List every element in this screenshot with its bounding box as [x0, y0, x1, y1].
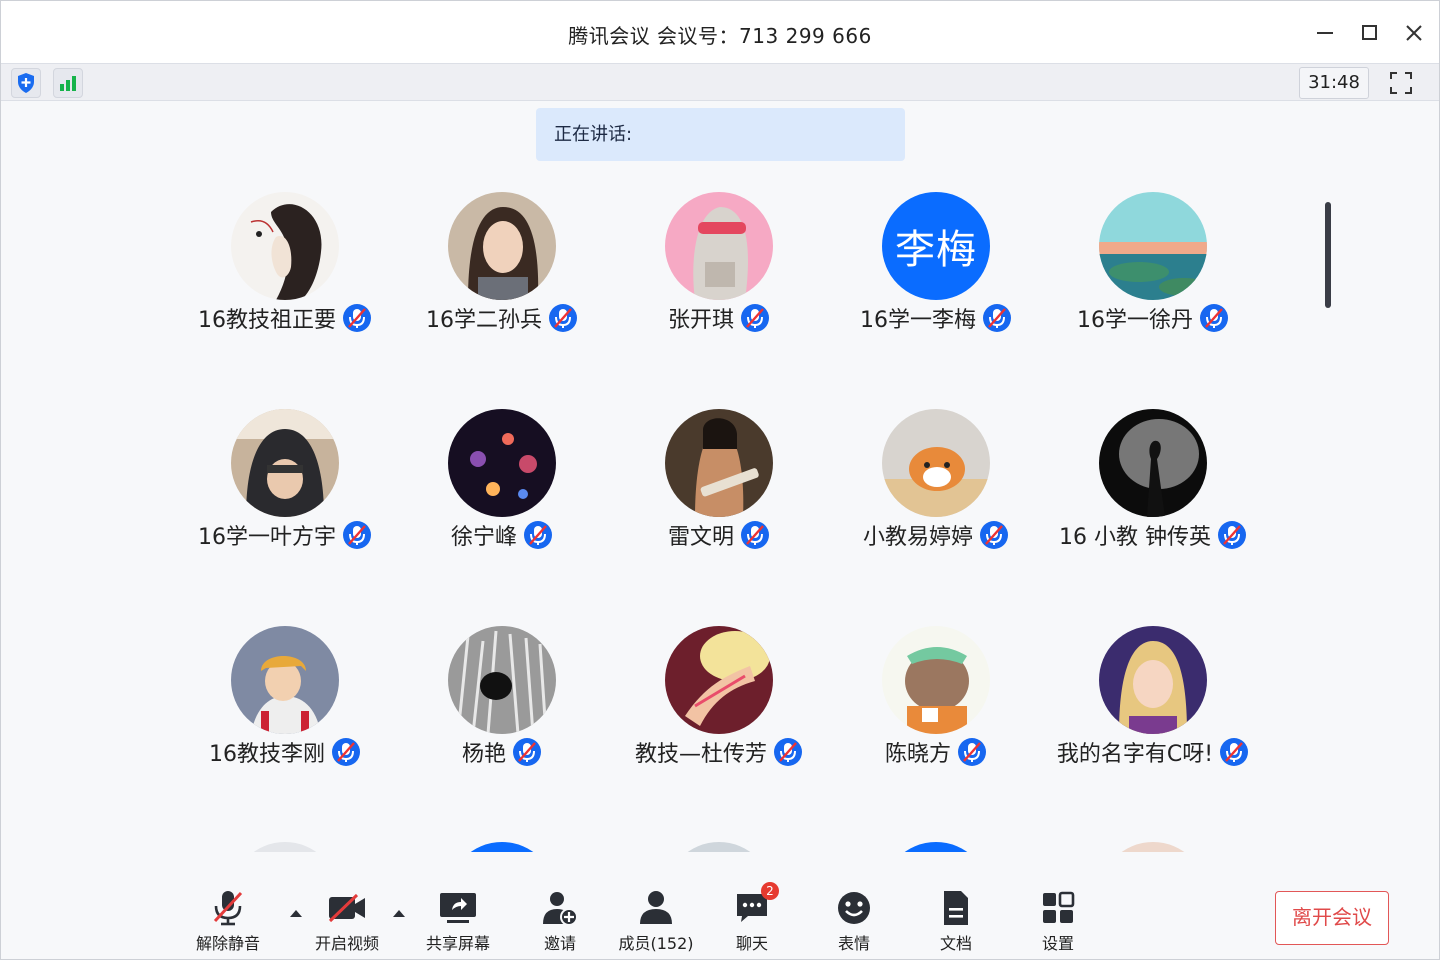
add-user-icon: [540, 888, 580, 928]
mic-muted-icon: [1199, 303, 1229, 333]
video-options-caret[interactable]: [391, 904, 407, 917]
avatar: [448, 192, 556, 300]
participant-tile[interactable]: 16 小教 钟传英: [1045, 409, 1261, 579]
start-video-button[interactable]: 开启视频: [297, 888, 397, 953]
mic-muted-icon: [1217, 520, 1247, 550]
participant-tile[interactable]: 16学一徐丹: [1045, 192, 1261, 362]
participant-name: 16 小教 钟传英: [1059, 525, 1211, 550]
avatar: [231, 192, 339, 300]
avatar: [231, 842, 339, 852]
participant-name: 16学一徐丹: [1077, 308, 1193, 333]
participant-tile[interactable]: 我的名字有C呀!: [1045, 626, 1261, 796]
participant-name: 16学一李梅: [860, 308, 976, 333]
avatar: [882, 626, 990, 734]
participant-name: 徐宁峰: [450, 525, 517, 550]
avatar: [1099, 192, 1207, 300]
avatar: [448, 626, 556, 734]
settings-button[interactable]: 设置: [1008, 888, 1108, 953]
avatar: [448, 842, 556, 852]
avatar: [1099, 842, 1207, 852]
participant-tile[interactable]: 张开琪: [611, 192, 827, 362]
participant-tile[interactable]: 雷文明: [611, 409, 827, 579]
avatar: [231, 409, 339, 517]
participant-name: 雷文明: [667, 525, 734, 550]
participant-tile[interactable]: 16学二孙兵: [394, 192, 610, 362]
participant-grid: 16教技祖正要 16学二孙兵 张开琪 李梅 16学一李梅 16学一徐丹 16学一…: [0, 0, 1320, 852]
members-icon: [636, 888, 676, 928]
participant-name: 教技—杜传芳: [634, 742, 767, 767]
participant-tile[interactable]: 陈晓方: [828, 626, 1044, 796]
video-off-icon: [327, 888, 367, 928]
maximize-icon: [1362, 25, 1377, 40]
participant-tile[interactable]: 16教技祖正要: [177, 192, 393, 362]
mic-muted-icon: [740, 520, 770, 550]
avatar: [665, 626, 773, 734]
avatar: [665, 409, 773, 517]
participant-name: 张开琪: [667, 308, 734, 333]
avatar: [231, 626, 339, 734]
mic-muted-icon: [1219, 737, 1249, 767]
leave-meeting-button[interactable]: 离开会议: [1275, 891, 1389, 945]
mic-muted-icon: [512, 737, 542, 767]
share-screen-icon: [438, 888, 478, 928]
avatar: [448, 409, 556, 517]
smiley-icon: [834, 888, 874, 928]
avatar: [1099, 626, 1207, 734]
mic-muted-icon: [523, 520, 553, 550]
meeting-toolbar: 解除静音 开启视频 共享屏幕 邀请 成员(152) 2 聊天 表情 文档 设置 …: [0, 852, 1440, 960]
participant-tile[interactable]: 16教技李刚: [177, 626, 393, 796]
avatar: [665, 192, 773, 300]
caret-up-icon: [393, 910, 405, 917]
avatar: 李梅: [882, 192, 990, 300]
participant-name: 16学二孙兵: [426, 308, 542, 333]
maximize-button[interactable]: [1355, 18, 1385, 48]
settings-grid-icon: [1038, 888, 1078, 928]
avatar: [882, 842, 990, 852]
document-icon: [936, 888, 976, 928]
participant-name: 杨艳: [461, 742, 506, 767]
mic-muted-icon: [740, 303, 770, 333]
avatar: [665, 842, 773, 852]
participant-name: 小教易婷婷: [862, 525, 973, 550]
participant-name: 16教技祖正要: [198, 308, 336, 333]
fullscreen-button[interactable]: [1385, 68, 1417, 98]
participant-tile[interactable]: 杨艳: [394, 626, 610, 796]
fullscreen-icon: [1390, 72, 1412, 94]
avatar: [882, 409, 990, 517]
participant-tile[interactable]: 教技—杜传芳: [611, 626, 827, 796]
participant-tile[interactable]: 李梅 16学一李梅: [828, 192, 1044, 362]
participant-tile[interactable]: 小教易婷婷: [828, 409, 1044, 579]
participant-name: 我的名字有C呀!: [1056, 742, 1214, 767]
scrollbar-thumb[interactable]: [1325, 202, 1331, 308]
participant-name: 16学一叶方宇: [198, 525, 336, 550]
unmute-button[interactable]: 解除静音: [178, 888, 278, 953]
mic-off-icon: [208, 888, 248, 928]
avatar: [1099, 409, 1207, 517]
settings-label: 设置: [1041, 934, 1074, 953]
chat-unread-badge: 2: [761, 882, 779, 900]
close-icon: [1406, 25, 1422, 41]
participant-tile[interactable]: 徐宁峰: [394, 409, 610, 579]
participant-name: 16教技李刚: [209, 742, 325, 767]
close-button[interactable]: [1399, 18, 1429, 48]
mic-muted-icon: [957, 737, 987, 767]
participant-tile[interactable]: 16学一叶方宇: [177, 409, 393, 579]
participant-name: 陈晓方: [884, 742, 951, 767]
